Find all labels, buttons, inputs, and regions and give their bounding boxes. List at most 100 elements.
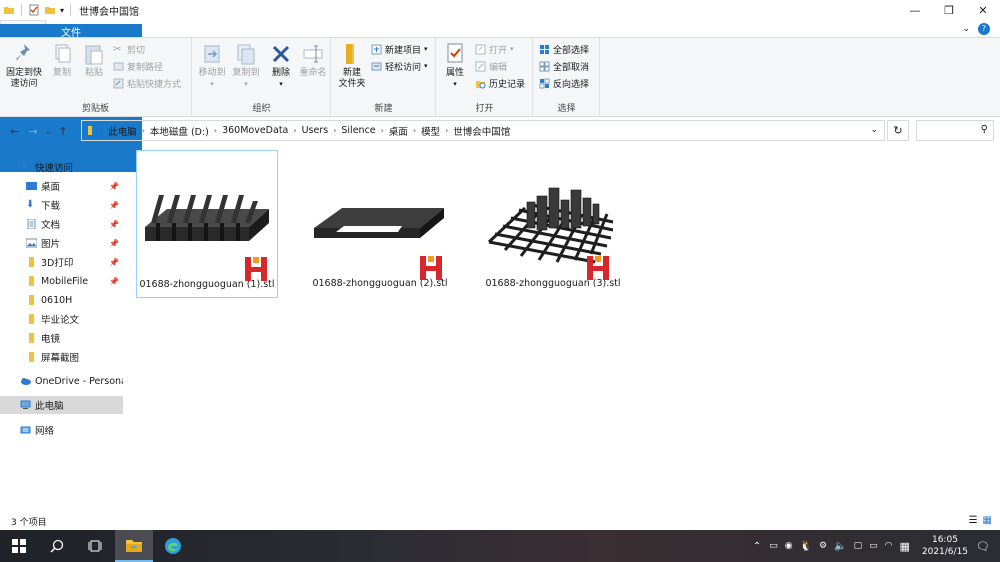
taskbar-edge[interactable]	[154, 530, 192, 562]
tray-generic-icon[interactable]: ▢	[854, 541, 863, 551]
select-group-label: 选择	[557, 104, 576, 114]
search-icon	[50, 539, 64, 553]
wifi-icon[interactable]: ◠	[885, 541, 893, 551]
recent-locations-icon[interactable]: ⌄	[42, 127, 54, 136]
invert-selection-icon	[539, 78, 550, 88]
close-button[interactable]: ✕	[966, 0, 1000, 20]
address-bar[interactable]: › 此电脑 › 本地磁盘 (D:) › 360MoveData › Users …	[81, 120, 885, 141]
nav-item-label: 毕业论文	[41, 315, 80, 326]
input-method-icon[interactable]: ▦	[899, 540, 909, 553]
volume-icon[interactable]: 🔈	[834, 541, 846, 552]
forward-arrow-icon[interactable]: →	[24, 125, 42, 138]
qq-icon[interactable]: 🐧	[800, 541, 812, 552]
nav-this-pc[interactable]: 此电脑	[0, 396, 123, 414]
new-item-button[interactable]: 新建项目 ▾	[371, 42, 428, 56]
new-folder-icon	[346, 44, 354, 64]
task-view-button[interactable]	[76, 530, 114, 562]
large-icons-view-icon[interactable]: ▦	[983, 515, 992, 526]
edit-button[interactable]: 编辑	[475, 59, 507, 73]
paste-label: 粘贴	[84, 68, 103, 78]
pin-quick-access-button[interactable]: 固定到快 速访问	[4, 42, 44, 90]
paste-shortcut-button[interactable]: 粘贴快捷方式	[113, 76, 181, 90]
copy-button[interactable]: 复制	[48, 42, 76, 79]
refresh-button[interactable]: ↻	[887, 120, 909, 141]
folder-icon	[29, 333, 34, 343]
nav-item-documents[interactable]: 文档 📌	[0, 215, 123, 233]
breadcrumb-silence[interactable]: Silence	[338, 125, 378, 136]
rename-button[interactable]: 重命名	[297, 42, 329, 79]
start-button[interactable]	[0, 530, 38, 562]
tray-app-icon[interactable]: ▭	[769, 541, 778, 551]
nav-item-desktop[interactable]: 桌面 📌	[0, 177, 123, 195]
nav-item-downloads[interactable]: ⬇ 下载 📌	[0, 196, 123, 214]
address-dropdown-icon[interactable]: ⌄	[870, 125, 878, 135]
pin-icon	[16, 44, 30, 60]
easy-access-label: 轻松访问	[385, 62, 422, 73]
file-item[interactable]: 01688-zhongguoguan (1).stl	[136, 150, 278, 298]
clock-time: 16:05	[931, 535, 958, 545]
file-item[interactable]: 01688-zhongguoguan (2).stl	[309, 150, 451, 298]
stl-flat-plate-icon	[314, 208, 444, 280]
stl-badge-icon	[245, 257, 267, 281]
minimize-button[interactable]: —	[898, 0, 932, 20]
nav-item-mobilefile[interactable]: MobileFile 📌	[0, 272, 123, 290]
breadcrumb-desktop[interactable]: 桌面	[386, 124, 411, 138]
notification-icon[interactable]: 🗨	[976, 540, 990, 553]
nav-item-pictures[interactable]: 图片 📌	[0, 234, 123, 252]
properties-button[interactable]: 属性 ▾	[441, 42, 469, 90]
breadcrumb-current-folder[interactable]: 世博会中国馆	[450, 124, 513, 138]
nav-onedrive-label: OneDrive - Persona	[35, 375, 123, 387]
tray-network-icon[interactable]: ◉	[785, 541, 793, 551]
move-to-button[interactable]: 移动到 ▾	[195, 42, 229, 90]
open-group: 属性 ▾ 打开 ▾ 编辑 历史记录 打开	[437, 38, 533, 116]
history-button[interactable]: 历史记录	[475, 76, 525, 90]
edge-icon	[165, 538, 181, 554]
clock[interactable]: 16:05 2021/6/15	[922, 534, 968, 558]
copy-to-button[interactable]: 复制到 ▾	[229, 42, 263, 90]
nav-onedrive[interactable]: OneDrive - Persona	[0, 372, 123, 390]
expand-ribbon-icon[interactable]: ⌄	[962, 24, 970, 34]
stl-ribbed-slab-icon	[145, 195, 269, 281]
breadcrumb-drive-d[interactable]: 本地磁盘 (D:)	[147, 124, 212, 138]
history-label: 历史记录	[489, 79, 526, 90]
nav-quick-access[interactable]: ★ 快速访问	[0, 158, 123, 176]
invert-selection-button[interactable]: 反向选择	[539, 76, 589, 90]
nav-item-thesis[interactable]: 毕业论文	[0, 310, 123, 328]
customize-toolbar-icon[interactable]: ▾	[60, 6, 64, 15]
show-hidden-icons-icon[interactable]: ⌃	[753, 541, 761, 552]
delete-button[interactable]: 删除 ▾	[267, 42, 295, 90]
new-folder-icon[interactable]	[44, 4, 56, 16]
nav-item-electron-microscope[interactable]: 电镜	[0, 329, 123, 347]
details-view-icon[interactable]: ☰	[969, 515, 978, 526]
paste-button[interactable]: 粘贴	[80, 42, 108, 79]
breadcrumb-this-pc[interactable]: 此电脑	[105, 124, 140, 138]
copy-path-button[interactable]: 复制路径	[113, 59, 163, 73]
select-all-button[interactable]: 全部选择	[539, 42, 589, 56]
up-arrow-icon[interactable]: ↑	[54, 125, 72, 138]
easy-access-button[interactable]: 轻松访问 ▾	[371, 59, 428, 73]
select-none-button[interactable]: 全部取消	[539, 59, 589, 73]
maximize-button[interactable]: ❐	[932, 0, 966, 20]
help-icon[interactable]: ?	[978, 22, 990, 35]
breadcrumb-users[interactable]: Users	[299, 125, 332, 136]
breadcrumb-models[interactable]: 模型	[418, 124, 443, 138]
nav-item-3d-print[interactable]: 3D打印 📌	[0, 253, 123, 271]
search-button[interactable]	[38, 530, 76, 562]
new-folder-button[interactable]: 新建 文件夹	[336, 42, 368, 90]
nav-network[interactable]: 网络	[0, 421, 123, 439]
move-to-icon	[204, 45, 220, 63]
properties-icon[interactable]	[28, 4, 40, 16]
file-item[interactable]: 01688-zhongguoguan (3).stl	[482, 150, 624, 298]
nav-item-screenshots[interactable]: 屏幕截图	[0, 348, 123, 366]
back-arrow-icon[interactable]: ←	[6, 125, 24, 138]
nav-item-0610h[interactable]: 0610H	[0, 291, 123, 309]
cut-button[interactable]: ✂ 剪切	[113, 42, 145, 56]
search-input[interactable]: ⚲	[916, 120, 994, 141]
breadcrumb-360movedata[interactable]: 360MoveData	[219, 125, 291, 136]
taskbar-file-explorer[interactable]	[115, 530, 153, 562]
tray-settings-icon[interactable]: ⚙	[819, 541, 827, 551]
battery-icon[interactable]: ▭	[869, 541, 878, 551]
open-button[interactable]: 打开 ▾	[475, 42, 514, 56]
window-title: 世博会中国馆	[79, 6, 140, 18]
clipboard-group: 固定到快 速访问 复制 粘贴 ✂ 剪切 复制路径 粘贴快捷方式 剪贴板	[0, 38, 192, 116]
